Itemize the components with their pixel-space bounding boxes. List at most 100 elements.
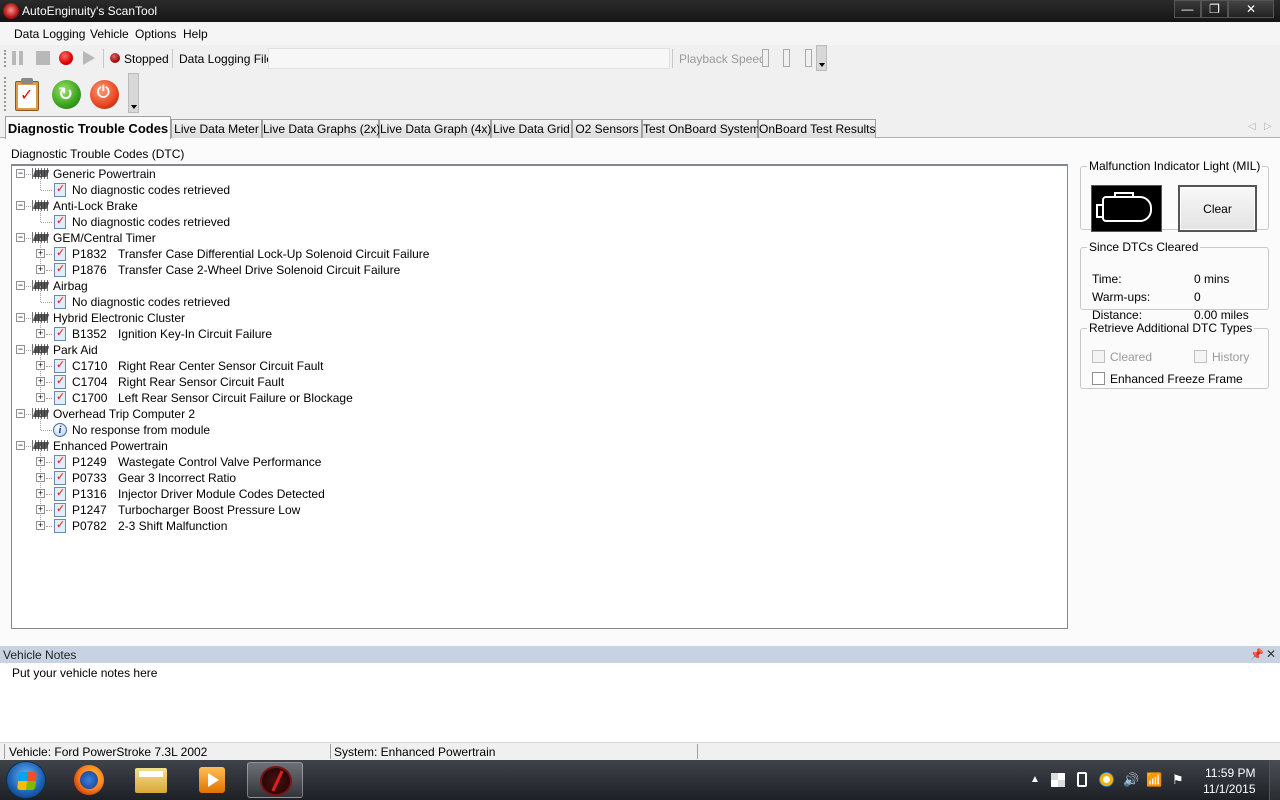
toolbar-grip[interactable] <box>4 77 7 111</box>
tab-diagnostic-trouble-codes[interactable]: Diagnostic Trouble Codes <box>5 116 171 139</box>
dtc-code-row[interactable]: + ✓ P0733 Gear 3 Incorrect Ratio <box>12 462 1062 486</box>
expand-toggle-icon[interactable]: + <box>36 329 45 338</box>
tab-o2-sensors[interactable]: O2 Sensors <box>572 119 642 138</box>
close-window-button[interactable]: ✕ <box>1228 0 1274 18</box>
pin-icon[interactable]: 📌 <box>1250 648 1264 661</box>
dtc-tree[interactable]: − Generic Powertrain ✓ No diagnostic codes … <box>11 164 1068 629</box>
dtc-status-row[interactable]: ✓ No diagnostic codes retrieved <box>12 206 1062 230</box>
dtc-code-row[interactable]: + ✓ P1316 Injector Driver Module Codes Dete… <box>12 478 1062 502</box>
menu-help[interactable]: Help <box>183 27 208 41</box>
firefox-icon <box>74 765 104 795</box>
tree-module-row[interactable]: − GEM/Central Timer <box>12 230 1062 246</box>
taskbar-scantool-button[interactable] <box>247 762 303 798</box>
toolbar-overflow-button[interactable] <box>816 45 827 71</box>
collapse-toggle-icon[interactable]: − <box>16 441 25 450</box>
expand-toggle-icon[interactable]: + <box>36 265 45 274</box>
dtc-status-row[interactable]: i No response from module <box>12 414 1062 438</box>
collapse-toggle-icon[interactable]: − <box>16 281 25 290</box>
chrome-icon[interactable] <box>1099 772 1114 787</box>
collapse-toggle-icon[interactable]: − <box>16 409 25 418</box>
clock-date[interactable]: 11/1/2015 <box>1203 782 1256 796</box>
vehicle-notes-editor[interactable]: Put your vehicle notes here <box>0 663 1280 742</box>
vehicle-notes-text[interactable]: Put your vehicle notes here <box>12 666 157 680</box>
cleared-checkbox[interactable] <box>1092 350 1105 363</box>
play-logging-button[interactable] <box>83 51 95 65</box>
disconnect-button[interactable]: ⏻ <box>85 75 123 113</box>
tab-live-data-graphs-2x[interactable]: Live Data Graphs (2x) <box>262 119 380 138</box>
tab-scroll-right-icon[interactable]: ▷ <box>1264 121 1272 132</box>
tree-module-row[interactable]: − Overhead Trip Computer 2 <box>12 406 1062 422</box>
tab-live-data-meter[interactable]: Live Data Meter <box>171 119 262 138</box>
tree-module-row[interactable]: − Anti-Lock Brake <box>12 198 1062 214</box>
collapse-toggle-icon[interactable]: − <box>16 233 25 242</box>
collapse-toggle-icon[interactable]: − <box>16 169 25 178</box>
menu-options[interactable]: Options <box>135 27 176 41</box>
slider-thumb[interactable] <box>783 49 790 67</box>
history-checkbox[interactable] <box>1194 350 1207 363</box>
taskbar-media-player-button[interactable] <box>183 762 239 798</box>
start-button[interactable] <box>6 761 46 799</box>
tab-test-onboard-system[interactable]: Test OnBoard System <box>642 119 760 138</box>
taskbar-explorer-button[interactable] <box>123 762 179 798</box>
stop-logging-button[interactable] <box>36 51 50 65</box>
windows-icon[interactable] <box>1051 773 1065 787</box>
dtc-description: Left Rear Sensor Circuit Failure or Bloc… <box>118 391 353 405</box>
clock-time[interactable]: 11:59 PM <box>1205 766 1255 780</box>
minimize-button[interactable]: — <box>1174 0 1201 18</box>
action-center-flag-icon[interactable]: ⚑ <box>1172 772 1184 788</box>
expand-toggle-icon[interactable]: + <box>36 393 45 402</box>
tree-module-row[interactable]: − Airbag <box>12 278 1062 294</box>
collapse-toggle-icon[interactable]: − <box>16 201 25 210</box>
dtc-document-icon: ✓ <box>54 247 66 261</box>
dtc-code-row[interactable]: + ✓ C1710 Right Rear Center Sensor Circuit … <box>12 350 1062 374</box>
time-value: 0 mins <box>1194 272 1230 286</box>
refresh-button[interactable]: ↻ <box>47 75 85 113</box>
collapse-toggle-icon[interactable]: − <box>16 313 25 322</box>
tab-onboard-test-results[interactable]: OnBoard Test Results <box>758 119 876 138</box>
collapse-toggle-icon[interactable]: − <box>16 345 25 354</box>
clear-codes-button[interactable]: Clear <box>1178 185 1257 232</box>
tab-live-data-grid[interactable]: Live Data Grid <box>491 119 572 138</box>
dtc-description: Right Rear Sensor Circuit Fault <box>118 375 285 389</box>
dtc-code-row[interactable]: + ✓ P1876 Transfer Case 2-Wheel Drive Solen… <box>12 254 1062 278</box>
maximize-button[interactable]: ❐ <box>1201 0 1228 18</box>
dtc-code-row[interactable]: + ✓ P1247 Turbocharger Boost Pressure Low <box>12 494 1062 518</box>
dtc-code: P1316 <box>72 487 107 501</box>
scantool-icon <box>260 766 292 796</box>
file-explorer-icon <box>135 768 167 793</box>
network-icon[interactable]: 📶 <box>1146 772 1162 788</box>
expand-toggle-icon[interactable]: + <box>36 521 45 530</box>
dtc-code-row[interactable]: + ✓ P1832 Transfer Case Differential Lock-U… <box>12 238 1062 262</box>
dtc-code-row[interactable]: + ✓ C1700 Left Rear Sensor Circuit Failure … <box>12 382 1062 406</box>
dtc-code-row[interactable]: + ✓ B1352 Ignition Key-In Circuit Failure <box>12 318 1062 342</box>
toolbar-grip[interactable] <box>4 50 7 67</box>
playback-speed-slider[interactable] <box>762 48 820 69</box>
battery-icon[interactable] <box>1077 772 1087 787</box>
taskbar-firefox-button[interactable] <box>61 762 117 798</box>
menu-data-logging[interactable]: Data Logging <box>14 27 85 41</box>
tab-live-data-graph-4x[interactable]: Live Data Graph (4x) <box>379 119 491 138</box>
logging-file-input[interactable] <box>268 48 670 69</box>
dtc-status-row[interactable]: ✓ No diagnostic codes retrieved <box>12 174 1062 198</box>
volume-icon[interactable]: 🔊 <box>1123 772 1139 788</box>
read-codes-button[interactable]: ✓ <box>8 75 46 113</box>
tree-module-row[interactable]: − Park Aid <box>12 342 1062 358</box>
tree-module-row[interactable]: − Enhanced Powertrain <box>12 438 1062 454</box>
close-notes-icon[interactable]: ✕ <box>1266 647 1276 661</box>
dtc-code-row[interactable]: + ✓ P0782 2-3 Shift Malfunction <box>12 510 1062 534</box>
dtc-code-row[interactable]: + ✓ C1704 Right Rear Sensor Circuit Fault <box>12 366 1062 390</box>
enhanced-freeze-frame-checkbox[interactable] <box>1092 372 1105 385</box>
tray-overflow-icon[interactable]: ▲ <box>1030 772 1040 788</box>
tree-module-row[interactable]: − Generic Powertrain <box>12 166 1062 182</box>
dtc-code-row[interactable]: + ✓ P1249 Wastegate Control Valve Performan… <box>12 446 1062 470</box>
dtc-status-row[interactable]: ✓ No diagnostic codes retrieved <box>12 286 1062 310</box>
toolbar-overflow-button[interactable] <box>128 73 139 113</box>
record-logging-button[interactable] <box>59 51 73 65</box>
pause-logging-button[interactable] <box>12 51 26 65</box>
tab-scroll-left-icon[interactable]: ◁ <box>1248 121 1256 132</box>
tree-module-row[interactable]: − Hybrid Electronic Cluster <box>12 310 1062 326</box>
menu-vehicle[interactable]: Vehicle <box>90 27 129 41</box>
show-desktop-button[interactable] <box>1269 760 1280 800</box>
dtc-description: 2-3 Shift Malfunction <box>118 519 228 533</box>
app-logo-icon <box>3 3 19 19</box>
